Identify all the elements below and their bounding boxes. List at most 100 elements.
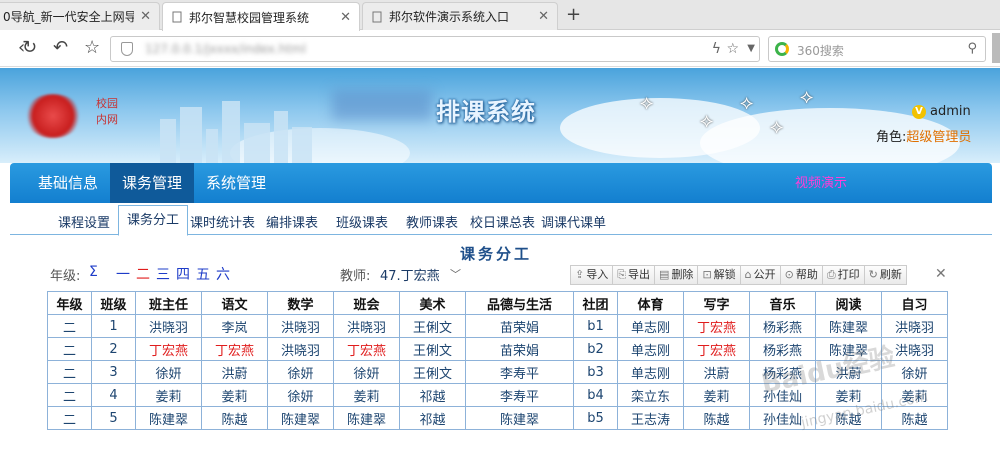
table-cell[interactable]: 陈建翠	[135, 406, 202, 430]
table-cell[interactable]: 洪晓羽	[267, 314, 334, 338]
table-cell[interactable]: 二	[47, 337, 92, 361]
table-cell[interactable]: 丁宏燕	[333, 337, 400, 361]
address-bar[interactable]: 127.0.0.1/jxxxx/index.html ϟ ☆ ▼	[110, 36, 760, 62]
table-cell[interactable]: b4	[573, 383, 618, 407]
table-cell[interactable]: 徐妍	[135, 360, 202, 384]
table-cell[interactable]: 苗荣娟	[465, 337, 574, 361]
table-cell[interactable]: 单志刚	[617, 337, 684, 361]
browser-tab-3[interactable]: 邦尔软件演示系统入口 ✕	[362, 2, 558, 30]
table-cell[interactable]: 丁宏燕	[683, 314, 750, 338]
search-icon[interactable]: ⚲	[967, 41, 977, 56]
table-cell[interactable]: 4	[91, 383, 136, 407]
table-cell[interactable]: 单志刚	[617, 314, 684, 338]
tab-teacher-schedule[interactable]: 教师课表	[406, 212, 458, 231]
table-cell[interactable]: 王俐文	[399, 360, 466, 384]
table-cell[interactable]: 洪晓羽	[333, 314, 400, 338]
tab-class-schedule[interactable]: 班级课表	[336, 212, 388, 231]
close-tab-icon[interactable]: ✕	[340, 10, 351, 25]
table-cell[interactable]: 姜莉	[333, 383, 400, 407]
new-tab-icon[interactable]: +	[566, 4, 581, 25]
table-cell[interactable]: 1	[91, 314, 136, 338]
chevron-down-icon[interactable]: ▼	[747, 43, 755, 54]
lightning-icon[interactable]: ϟ	[712, 41, 721, 57]
nav-system-management[interactable]: 系统管理	[194, 163, 278, 203]
reload-icon[interactable]: ↻	[22, 39, 37, 57]
table-cell[interactable]: 洪晓羽	[135, 314, 202, 338]
unlock-button[interactable]: ⊡ 解锁	[697, 265, 740, 285]
table-cell[interactable]: b1	[573, 314, 618, 338]
share-button[interactable]: ⌂ 公开	[739, 265, 780, 285]
table-cell[interactable]: 王志涛	[617, 406, 684, 430]
table-cell[interactable]: 姜莉	[683, 383, 750, 407]
grade-option-3[interactable]: 三	[156, 264, 170, 284]
table-cell[interactable]: 丁宏燕	[683, 337, 750, 361]
teacher-select[interactable]: 47.丁宏燕	[380, 265, 440, 284]
grade-option-5[interactable]: 五	[196, 264, 210, 284]
table-cell[interactable]: 陈越	[683, 406, 750, 430]
print-button[interactable]: ⎙ 打印	[821, 265, 864, 285]
grade-option-6[interactable]: 六	[216, 264, 230, 284]
table-cell[interactable]: 杨彩燕	[749, 314, 816, 338]
export-button[interactable]: ⎘ 导出	[612, 265, 655, 285]
grade-option-1[interactable]: 一	[116, 264, 130, 284]
close-tab-icon[interactable]: ✕	[140, 9, 151, 24]
table-cell[interactable]: 李岚	[201, 314, 268, 338]
table-cell[interactable]: 苗荣娟	[465, 314, 574, 338]
table-cell[interactable]: 徐妍	[333, 360, 400, 384]
table-cell[interactable]: 陈越	[201, 406, 268, 430]
import-button[interactable]: ⇪ 导入	[570, 265, 613, 285]
table-cell[interactable]: b2	[573, 337, 618, 361]
close-tab-icon[interactable]: ✕	[538, 9, 549, 24]
bookmark-star-icon[interactable]: ☆	[84, 39, 100, 57]
table-cell[interactable]: 姜莉	[201, 383, 268, 407]
table-cell[interactable]: 祁越	[399, 383, 466, 407]
table-cell[interactable]: 祁越	[399, 406, 466, 430]
table-cell[interactable]: 3	[91, 360, 136, 384]
favorite-star-icon[interactable]: ☆	[726, 41, 739, 57]
tab-course-assignment[interactable]: 课务分工	[118, 205, 189, 236]
tab-substitution-sheet[interactable]: 调课代课单	[541, 212, 606, 231]
table-cell[interactable]: 徐妍	[267, 383, 334, 407]
grade-option-4[interactable]: 四	[176, 264, 190, 284]
table-cell[interactable]: 二	[47, 360, 92, 384]
grade-option-2[interactable]: 二	[136, 264, 150, 284]
table-cell[interactable]: 王俐文	[399, 314, 466, 338]
nav-course-management[interactable]: 课务管理	[110, 163, 195, 203]
table-cell[interactable]: 陈建翠	[267, 406, 334, 430]
table-cell[interactable]: 王俐文	[399, 337, 466, 361]
table-cell[interactable]: 洪晓羽	[267, 337, 334, 361]
search-box[interactable]: 360搜索 ⚲	[768, 36, 986, 62]
tab-schedule-editing[interactable]: 编排课表	[266, 212, 318, 231]
table-cell[interactable]: 洪蔚	[683, 360, 750, 384]
table-cell[interactable]: 陈建翠	[333, 406, 400, 430]
table-cell[interactable]: 2	[91, 337, 136, 361]
table-cell[interactable]: 二	[47, 383, 92, 407]
video-demo-link[interactable]: 视频演示	[795, 172, 847, 191]
user-name[interactable]: admin	[930, 104, 971, 119]
tab-hours-stats[interactable]: 课时统计表	[190, 212, 255, 231]
delete-button[interactable]: ▤ 删除	[654, 265, 698, 285]
table-cell[interactable]: 洪晓羽	[881, 314, 948, 338]
table-cell[interactable]: 徐妍	[267, 360, 334, 384]
table-cell[interactable]: b3	[573, 360, 618, 384]
nav-basic-info[interactable]: 基础信息	[26, 163, 110, 203]
table-cell[interactable]: b5	[573, 406, 618, 430]
undo-icon[interactable]: ↶	[53, 39, 68, 57]
table-cell[interactable]: 丁宏燕	[135, 337, 202, 361]
table-cell[interactable]: 5	[91, 406, 136, 430]
browser-tab-2[interactable]: 邦尔智慧校园管理系统 ✕	[162, 2, 360, 31]
table-cell[interactable]: 姜莉	[135, 383, 202, 407]
table-cell[interactable]: 李寿平	[465, 360, 574, 384]
tab-daily-master-schedule[interactable]: 校日课总表	[470, 212, 535, 231]
table-cell[interactable]: 陈建翠	[815, 314, 882, 338]
table-cell[interactable]: 二	[47, 314, 92, 338]
grade-option-all[interactable]: Σ	[89, 264, 98, 280]
table-cell[interactable]: 陈建翠	[465, 406, 574, 430]
table-cell[interactable]: 单志刚	[617, 360, 684, 384]
chevron-down-icon[interactable]: ﹀	[450, 266, 461, 282]
table-cell[interactable]: 李寿平	[465, 383, 574, 407]
refresh-button[interactable]: ↻ 刷新	[863, 265, 907, 285]
table-cell[interactable]: 栾立东	[617, 383, 684, 407]
help-button[interactable]: ⊙ 帮助	[779, 265, 822, 285]
tools-icon[interactable]: ✕	[935, 266, 947, 282]
